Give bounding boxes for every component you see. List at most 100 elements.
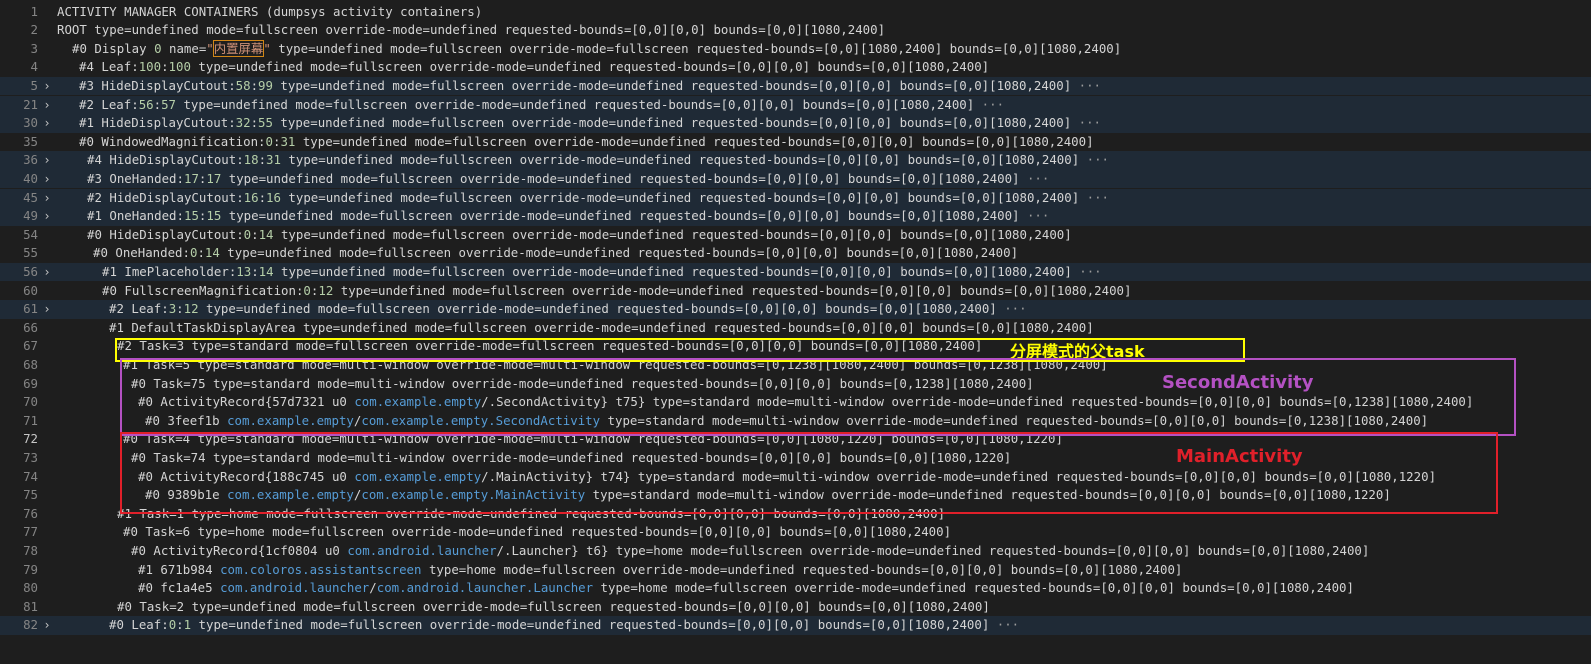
code-line[interactable]: 79 #1 671b984 com.coloros.assistantscreen… [0, 561, 1591, 580]
folded-ellipsis[interactable]: ··· [997, 301, 1026, 316]
line-number: 4 [30, 59, 38, 75]
line-number: 61 [23, 301, 38, 317]
code-text: #1 DefaultTaskDisplayArea type=undefined… [109, 319, 1094, 335]
code-text: #3 OneHanded:17:17 type=undefined mode=f… [87, 170, 1050, 186]
line-number: 75 [23, 487, 38, 503]
fold-chevron-icon[interactable]: › [40, 300, 54, 319]
code-line[interactable]: 56 › #1 ImePlaceholder:13:14 type=undefine… [0, 262, 1591, 282]
line-number: 72 [23, 431, 38, 447]
line-number: 67 [23, 338, 38, 354]
fold-chevron-icon[interactable]: › [40, 616, 54, 635]
parent-task-annotation: 分屏模式的父task [1010, 342, 1145, 361]
fold-chevron-icon[interactable]: › [40, 114, 54, 133]
code-line[interactable]: 49 › #1 OneHanded:15:15 type=undefined mod… [0, 207, 1591, 226]
code-text: #4 Leaf:100:100 type=undefined mode=full… [79, 59, 990, 75]
code-text: #0 3feef1b com.example.empty/com.example… [145, 412, 1429, 428]
fold-chevron-icon[interactable]: › [40, 263, 54, 282]
code-line[interactable]: 45 › #2 HideDisplayCutout:16:16 type=undef… [0, 188, 1591, 208]
code-line[interactable]: 73 #0 Task=74 type=standard mode=multi-wi… [0, 449, 1591, 468]
line-number: 76 [23, 505, 38, 521]
fold-chevron-icon[interactable]: › [40, 77, 54, 96]
code-text: #2 Task=3 type=standard mode=fullscreen … [117, 338, 983, 354]
folded-ellipsis[interactable]: ··· [1079, 152, 1109, 167]
folded-ellipsis[interactable]: ··· [1071, 78, 1101, 93]
line-number: 78 [23, 542, 38, 558]
code-line[interactable]: 75 #0 9389b1e com.example.empty/com.examp… [0, 486, 1591, 505]
line-number: 49 [23, 208, 38, 224]
code-text: #1 OneHanded:15:15 type=undefined mode=f… [87, 208, 1050, 224]
line-number: 71 [23, 412, 38, 428]
code-line[interactable]: 54 #0 HideDisplayCutout:0:14 type=undefin… [0, 226, 1591, 245]
code-line[interactable]: 76 #1 Task=1 type=home mode=fullscreen ov… [0, 505, 1591, 524]
code-line[interactable]: 36 › #4 HideDisplayCutout:18:31 type=undef… [0, 151, 1591, 170]
code-line[interactable]: 21 › #2 Leaf:56:57 type=undefined mode=ful… [0, 95, 1591, 115]
code-editor[interactable]: 1 ACTIVITY MANAGER CONTAINERS (dumpsys ac… [0, 0, 1591, 664]
code-line[interactable]: 78 #0 ActivityRecord{1cf0804 u0 com.andro… [0, 542, 1591, 561]
code-line[interactable]: 35 #0 WindowedMagnification:0:31 type=und… [0, 133, 1591, 152]
code-line[interactable]: 4 #4 Leaf:100:100 type=undefined mode=ful… [0, 58, 1591, 77]
line-number: 79 [23, 561, 38, 577]
code-text: #2 Leaf:56:57 type=undefined mode=fullsc… [79, 96, 1005, 112]
line-number: 68 [23, 356, 38, 372]
code-line[interactable]: 70 #0 ActivityRecord{57d7321 u0 com.examp… [0, 393, 1591, 412]
line-number: 54 [23, 226, 38, 242]
folded-ellipsis[interactable]: ··· [974, 97, 1004, 112]
folded-ellipsis[interactable]: ··· [989, 617, 1019, 632]
line-number: 35 [23, 133, 38, 149]
code-text: #0 fc1a4e5 com.android.launcher/com.andr… [138, 580, 1354, 596]
code-line[interactable]: 30 › #1 HideDisplayCutout:32:55 type=undef… [0, 114, 1591, 133]
second-activity-annotation: SecondActivity [1162, 372, 1314, 393]
code-line[interactable]: 81 #0 Task=2 type=undefined mode=fullscre… [0, 598, 1591, 617]
line-number: 21 [23, 96, 38, 112]
code-line[interactable]: 77 #0 Task=6 type=home mode=fullscreen ov… [0, 523, 1591, 542]
code-line[interactable]: 5 › #3 HideDisplayCutout:58:99 type=undefi… [0, 76, 1591, 96]
code-line[interactable]: 71 #0 3feef1b com.example.empty/com.examp… [0, 412, 1591, 431]
code-text: #0 Leaf:0:1 type=undefined mode=fullscre… [109, 617, 1020, 633]
fold-chevron-icon[interactable]: › [40, 170, 54, 189]
main-activity-annotation: MainActivity [1176, 446, 1303, 467]
line-number: 81 [23, 598, 38, 614]
fold-chevron-icon[interactable]: › [40, 207, 54, 226]
line-number: 66 [23, 319, 38, 335]
code-text: #0 ActivityRecord{57d7321 u0 com.example… [138, 394, 1474, 410]
code-text: #2 Leaf:3:12 type=undefined mode=fullscr… [109, 301, 1027, 317]
code-line[interactable]: 55 #0 OneHanded:0:14 type=undefined mode=… [0, 244, 1591, 263]
folded-ellipsis[interactable]: ··· [1020, 171, 1049, 186]
line-number: 69 [23, 375, 38, 391]
code-text: #0 Task=74 type=standard mode=multi-wind… [131, 449, 1012, 465]
folded-ellipsis[interactable]: ··· [1020, 208, 1049, 223]
line-number: 74 [23, 468, 38, 484]
code-line[interactable]: 68 #1 Task=5 type=standard mode=multi-win… [0, 356, 1591, 375]
code-line[interactable]: 74 #0 ActivityRecord{188c745 u0 com.examp… [0, 468, 1591, 487]
code-line[interactable]: 66 #1 DefaultTaskDisplayArea type=undefin… [0, 319, 1591, 338]
code-line[interactable]: 80 #0 fc1a4e5 com.android.launcher/com.an… [0, 579, 1591, 598]
folded-ellipsis[interactable]: ··· [1079, 190, 1109, 205]
code-text: #0 ActivityRecord{188c745 u0 com.example… [138, 468, 1437, 484]
line-number: 77 [23, 524, 38, 540]
code-line[interactable]: 2 ROOT type=undefined mode=fullscreen ove… [0, 21, 1591, 40]
code-line[interactable]: 67 #2 Task=3 type=standard mode=fullscree… [0, 337, 1591, 356]
code-line[interactable]: 72 #0 Task=4 type=standard mode=multi-win… [0, 430, 1591, 449]
code-text: #0 FullscreenMagnification:0:12 type=und… [102, 282, 1132, 298]
code-text: #0 HideDisplayCutout:0:14 type=undefined… [87, 226, 1072, 242]
line-number: 70 [23, 394, 38, 410]
code-text: #1 671b984 com.coloros.assistantscreen t… [138, 561, 1183, 577]
fold-chevron-icon[interactable]: › [40, 151, 54, 170]
line-number: 2 [30, 22, 38, 38]
fold-chevron-icon[interactable]: › [40, 189, 54, 208]
fold-chevron-icon[interactable]: › [40, 96, 54, 115]
folded-ellipsis[interactable]: ··· [1072, 264, 1101, 279]
code-text: #1 Task=1 type=home mode=fullscreen over… [117, 505, 946, 521]
code-line[interactable]: 1 ACTIVITY MANAGER CONTAINERS (dumpsys ac… [0, 3, 1591, 22]
folded-ellipsis[interactable]: ··· [1071, 115, 1101, 130]
code-text: #0 WindowedMagnification:0:31 type=undef… [79, 133, 1094, 149]
code-line[interactable]: 3 #0 Display 0 name="内置屏幕" type=undefined… [0, 39, 1591, 59]
code-line[interactable]: 40 › #3 OneHanded:17:17 type=undefined mod… [0, 169, 1591, 189]
code-line[interactable]: 61 › #2 Leaf:3:12 type=undefined mode=full… [0, 300, 1591, 319]
code-line[interactable]: 82 › #0 Leaf:0:1 type=undefined mode=fulls… [0, 616, 1591, 635]
line-number: 60 [23, 282, 38, 298]
code-line[interactable]: 69 #0 Task=75 type=standard mode=multi-wi… [0, 375, 1591, 394]
code-text: ROOT type=undefined mode=fullscreen over… [57, 22, 886, 38]
code-line[interactable]: 60 #0 FullscreenMagnification:0:12 type=u… [0, 282, 1591, 301]
code-text: #0 ActivityRecord{1cf0804 u0 com.android… [131, 542, 1370, 558]
